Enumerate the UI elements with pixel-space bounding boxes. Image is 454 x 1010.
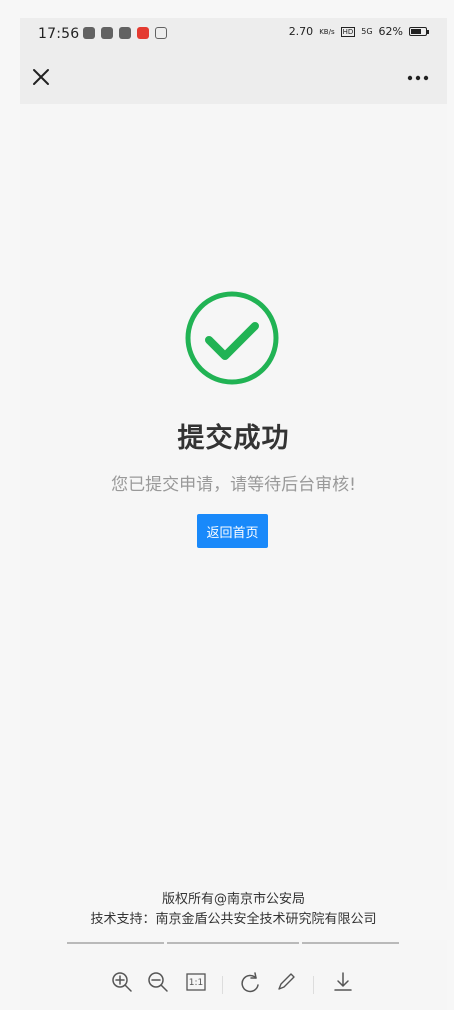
technical-support-text: 技术支持：南京金盾公共安全技术研究院有限公司 — [90, 912, 377, 927]
close-icon[interactable] — [30, 66, 52, 88]
notification-red-app-icon — [137, 27, 149, 39]
separator-line — [302, 942, 399, 944]
page-title: 提交成功 — [177, 423, 290, 454]
zoom-in-icon[interactable] — [110, 970, 134, 994]
more-icon[interactable] — [407, 75, 429, 81]
network-speed: 2.70 — [288, 25, 314, 38]
notification-icons — [83, 27, 167, 39]
separator-line — [167, 942, 299, 944]
return-home-button[interactable]: 返回首页 — [197, 514, 268, 548]
separator-line — [67, 942, 164, 944]
battery-icon — [409, 27, 429, 36]
submit-message: 您已提交申请，请等待后台审核! — [111, 475, 356, 495]
toolbar-divider — [313, 976, 314, 994]
toolbar-separator-lines — [67, 942, 399, 945]
success-page: 提交成功 您已提交申请，请等待后台审核! 返回首页 版权所有@南京市公安局 技术… — [20, 104, 447, 1010]
copyright-footer: 版权所有@南京市公安局 技术支持：南京金盾公共安全技术研究院有限公司 — [20, 890, 447, 940]
zoom-out-icon[interactable] — [146, 970, 170, 994]
hd-badge: HD — [340, 26, 356, 37]
notification-app-icon — [101, 27, 113, 39]
download-icon[interactable] — [331, 970, 355, 994]
rotate-icon[interactable] — [238, 970, 262, 994]
network-unit: KB/s — [319, 27, 335, 36]
webview-screen: 17:56 2.70 KB/s HD 5G 62% 提交成功 您已提交申请，请等… — [20, 18, 447, 1010]
status-indicators: 2.70 KB/s HD 5G 62% — [288, 25, 429, 38]
notification-box-icon — [155, 27, 167, 39]
toolbar-divider — [222, 976, 223, 994]
status-time: 17:56 — [38, 26, 80, 42]
signal-label: 5G — [361, 27, 373, 36]
notification-app-icon — [83, 27, 95, 39]
actual-size-icon[interactable]: 1:1 — [184, 970, 208, 994]
battery-percent: 62% — [378, 25, 403, 38]
copyright-text: 版权所有@南京市公安局 — [161, 892, 305, 907]
notification-app-icon — [119, 27, 131, 39]
actual-size-label: 1:1 — [189, 978, 203, 988]
edit-icon[interactable] — [274, 970, 298, 994]
viewer-toolbar: 1:1 — [20, 956, 447, 1010]
check-circle-icon — [185, 291, 279, 385]
webview-navigation-bar — [20, 52, 447, 104]
status-bar: 17:56 2.70 KB/s HD 5G 62% — [20, 18, 447, 52]
